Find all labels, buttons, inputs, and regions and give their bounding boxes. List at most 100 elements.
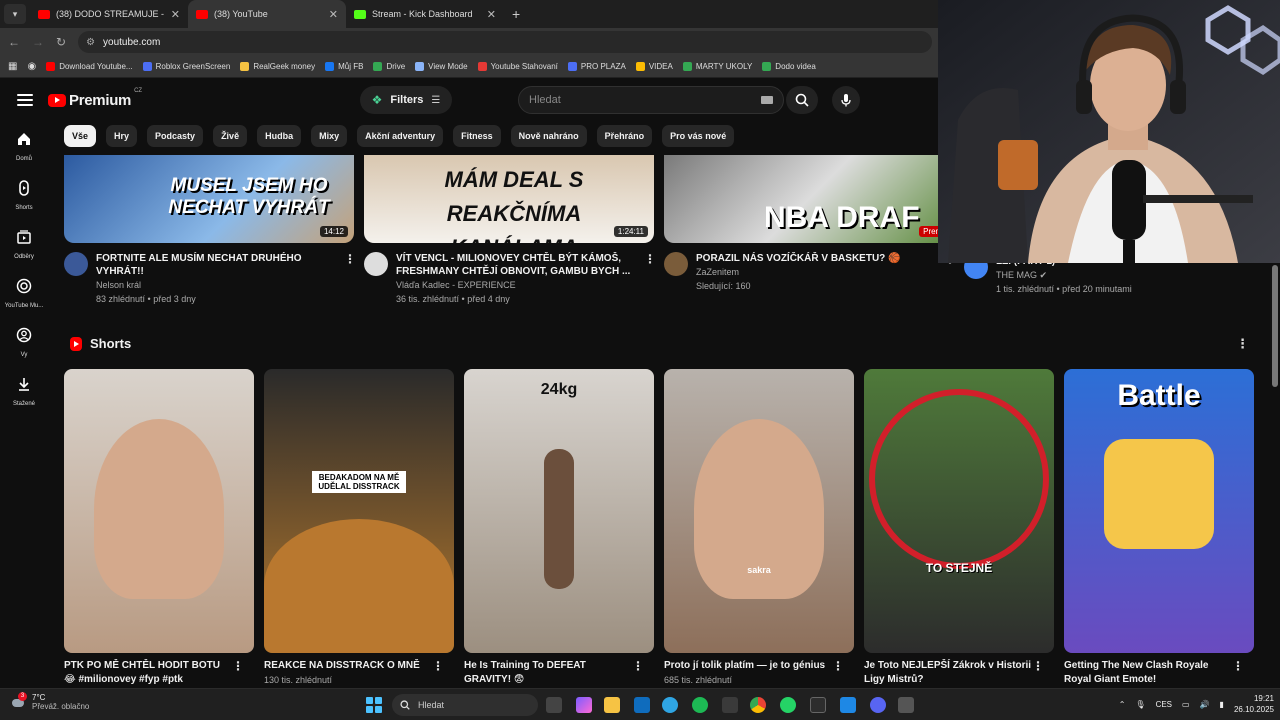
task-view-icon[interactable] (546, 697, 562, 713)
whatsapp-icon[interactable] (780, 697, 796, 713)
more-options-icon[interactable]: ⋮ (432, 659, 444, 673)
filter-chip[interactable]: Vše (64, 125, 97, 147)
short-thumbnail[interactable]: sakra (664, 369, 854, 653)
epic-games-icon[interactable] (810, 697, 826, 713)
sidenav-item[interactable]: Shorts (0, 171, 48, 220)
short-card[interactable]: 24kg He Is Training To DEFEAT GRAVITY! 😨 ⋮ (464, 369, 654, 687)
short-card[interactable]: BEDAKADOM NA MĚ UDĚLAL DISSTRACK REAKCE N… (264, 369, 454, 687)
short-title[interactable]: PTK PO MĚ CHTĚL HODIT BOTU 😂 #milionovey… (64, 659, 232, 687)
short-thumbnail[interactable]: TO STEJNĚ (864, 369, 1054, 653)
bookmark-item[interactable]: Dodo videa (762, 62, 816, 71)
browser-tab[interactable]: (38) DODO STREAMUJE - YouTube ✕ (30, 0, 188, 28)
menu-icon[interactable] (17, 94, 33, 106)
more-options-icon[interactable]: ⋮ (832, 659, 844, 673)
back-icon[interactable]: ← (8, 35, 20, 49)
video-thumbnail[interactable]: MÁM DEAL S REAKČNÍMA KANÁLAMA 1:24:11 (364, 155, 654, 243)
filter-chip[interactable]: Nově nahráno (510, 125, 587, 147)
video-title[interactable]: PORAZIL NÁS VOZÍČKÁŘ V BASKETU? 🏀 (696, 252, 936, 265)
more-options-icon[interactable]: ⋮ (232, 659, 244, 673)
more-options-icon[interactable]: ⋮ (644, 252, 656, 306)
battery-icon[interactable]: ▮ (1220, 700, 1224, 709)
filter-chip[interactable]: Živě (213, 125, 248, 147)
more-options-icon[interactable]: ⋮ (344, 252, 356, 306)
youtube-premium-logo[interactable]: Premium CZ (48, 88, 142, 109)
search-button[interactable] (786, 86, 818, 114)
filter-chip[interactable]: Mixy (311, 125, 348, 147)
video-title[interactable]: VÍT VENCL - MILIONOVEY CHTĚL BÝT KÁMOŠ, … (396, 252, 636, 278)
short-thumbnail[interactable]: 24kg (464, 369, 654, 653)
channel-avatar[interactable] (664, 252, 688, 276)
tab-search-button[interactable]: ▾ (4, 4, 26, 24)
clock[interactable]: 19:21 26.10.2025 (1234, 693, 1274, 715)
sidenav-item[interactable]: Vy (0, 318, 48, 367)
more-options-icon[interactable]: ⋮ (1032, 659, 1044, 673)
filters-button[interactable]: ❖ Filters ☰ (360, 86, 452, 114)
taskbar-search[interactable]: Hledat (392, 694, 538, 716)
edge-icon[interactable] (662, 697, 678, 713)
chevron-up-icon[interactable]: ⌃ (1119, 700, 1126, 709)
search-input[interactable]: Hledat (518, 86, 784, 114)
filter-chip[interactable]: Hudba (257, 125, 302, 147)
file-explorer-icon[interactable] (604, 697, 620, 713)
bookmark-item[interactable]: MARTY UKOLY (682, 62, 752, 71)
more-options-icon[interactable]: ⋮ (632, 659, 644, 673)
bookmark-item[interactable]: PRO PLAZA (567, 62, 626, 71)
bookmark-item[interactable]: Download Youtube... (46, 62, 133, 71)
short-thumbnail[interactable] (64, 369, 254, 653)
url-field[interactable]: ⚙ youtube.com (78, 31, 932, 53)
filter-chip[interactable]: Pro vás nové (662, 125, 735, 147)
video-thumbnail[interactable]: MUSEL JSEM HO NECHAT VYHRÁT 14:12 (64, 155, 354, 243)
network-icon[interactable]: ▭ (1182, 700, 1190, 709)
short-thumbnail[interactable]: Battle (1064, 369, 1254, 653)
filter-chip[interactable]: Přehráno (596, 125, 653, 147)
close-tab-icon[interactable]: ✕ (487, 8, 496, 21)
channel-name[interactable]: Vláďa Kadlec - EXPERIENCE (396, 278, 636, 292)
mic-tray-icon[interactable]: 🎙 (1135, 700, 1145, 709)
copilot-icon[interactable] (576, 697, 592, 713)
reload-icon[interactable]: ↻ (56, 35, 66, 49)
short-title[interactable]: Proto jí tolik platím — je to génius (664, 659, 832, 673)
close-tab-icon[interactable]: ✕ (171, 8, 180, 21)
video-card[interactable]: MÁM DEAL S REAKČNÍMA KANÁLAMA 1:24:11 VÍT … (364, 155, 656, 306)
weather-widget[interactable]: 3 7°C Převáž. oblačno (10, 692, 89, 711)
browser-tab[interactable]: (38) YouTube ✕ (188, 0, 346, 28)
bookmark-item[interactable]: Můj FB (325, 62, 363, 71)
voice-search-button[interactable] (832, 86, 860, 114)
shorts-more-icon[interactable]: ⋮ (1236, 336, 1249, 352)
discord-icon[interactable] (870, 697, 886, 713)
bookmark-item[interactable]: Roblox GreenScreen (142, 62, 230, 71)
outlook-icon[interactable] (634, 697, 650, 713)
bookmark-item[interactable]: VIDEA (635, 62, 673, 71)
video-card[interactable]: MUSEL JSEM HO NECHAT VYHRÁT 14:12 FORTNITE… (64, 155, 356, 306)
scrollbar-thumb[interactable] (1272, 265, 1278, 387)
filter-chip[interactable]: Hry (106, 125, 138, 147)
channel-name[interactable]: Nelson král (96, 278, 336, 292)
page-scrollbar[interactable] (1270, 263, 1280, 688)
apps-icon[interactable]: ▦ (8, 61, 17, 72)
filter-chip[interactable]: Podcasty (147, 125, 204, 147)
bookmark-item[interactable]: View Mode (415, 62, 468, 71)
short-card[interactable]: TO STEJNĚ Je Toto NEJLEPŠÍ Zákrok v Histo… (864, 369, 1054, 687)
channel-name[interactable]: THE MAG ✔ (996, 268, 1254, 282)
short-title[interactable]: He Is Training To DEFEAT GRAVITY! 😨 (464, 659, 632, 687)
facebook-icon[interactable] (840, 697, 856, 713)
bookmark-item[interactable]: RealGeek money (240, 62, 315, 71)
video-card[interactable]: NBA DRAF Premi PORAZIL NÁS VOZÍČKÁŘ V BASK… (664, 155, 956, 293)
terminal-icon[interactable] (722, 697, 738, 713)
bookmark-item[interactable]: Youtube Stahovaní (477, 62, 558, 71)
bookmark-item[interactable]: Drive (373, 62, 405, 71)
video-title[interactable]: FORTNITE ALE MUSÍM NECHAT DRUHÉHO VYHRÁT… (96, 252, 336, 278)
spotify-icon[interactable] (692, 697, 708, 713)
short-card[interactable]: PTK PO MĚ CHTĚL HODIT BOTU 😂 #milionovey… (64, 369, 254, 687)
filter-chip[interactable]: Fitness (453, 125, 501, 147)
site-info-icon[interactable]: ⚙ (86, 37, 95, 48)
volume-icon[interactable]: 🔊 (1200, 700, 1210, 709)
filter-chip[interactable]: Akční adventury (357, 125, 444, 147)
new-tab-button[interactable]: + (512, 6, 520, 22)
browser-tab[interactable]: Stream - Kick Dashboard ✕ (346, 0, 504, 28)
chrome-taskbar-icon[interactable] (750, 697, 766, 713)
sidenav-item[interactable]: Odběry (0, 220, 48, 269)
short-title[interactable]: Getting The New Clash Royale Royal Giant… (1064, 659, 1232, 687)
chrome-icon[interactable]: ◉ (27, 61, 36, 72)
windows-start-icon[interactable] (366, 697, 382, 713)
